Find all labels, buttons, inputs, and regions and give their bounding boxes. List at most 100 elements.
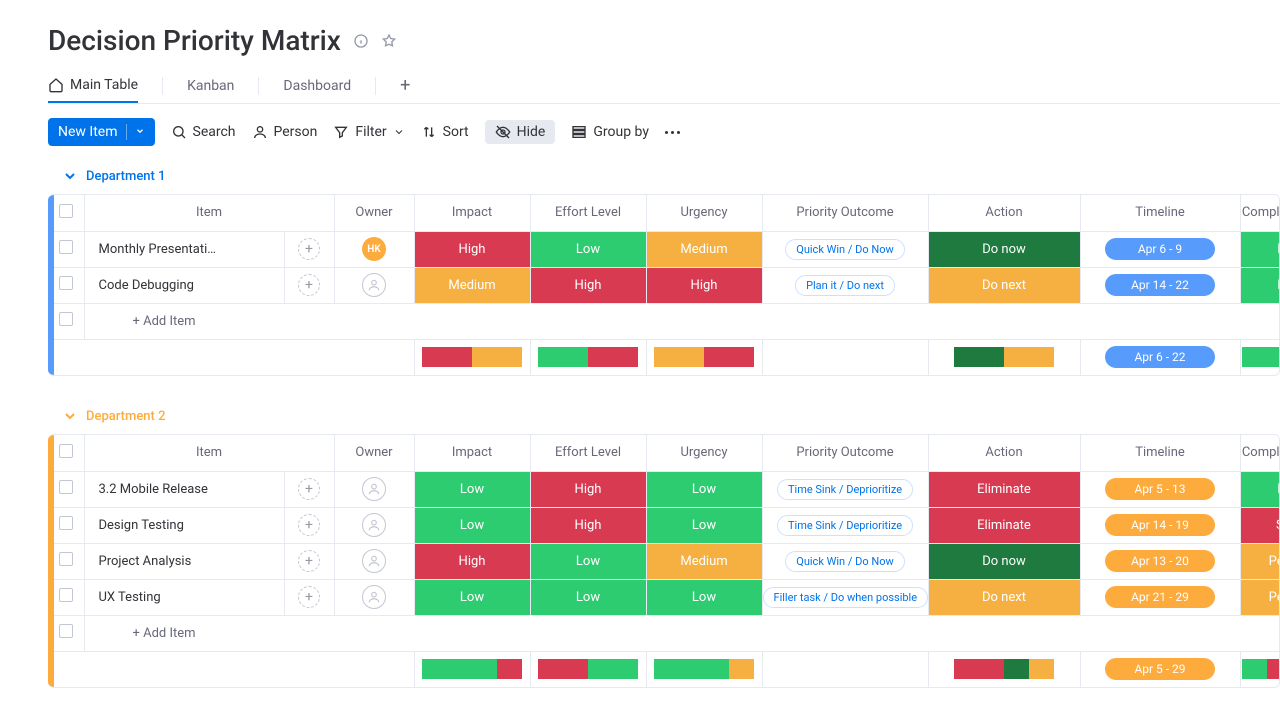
item-name[interactable]: Code Debugging [84, 267, 284, 303]
expand-button[interactable]: + [298, 478, 320, 500]
select-all-checkbox[interactable] [59, 444, 73, 458]
effort-cell[interactable]: High [530, 507, 646, 543]
owner-cell[interactable] [334, 471, 414, 507]
status-cell[interactable]: Done [1240, 231, 1280, 267]
more-button[interactable] [665, 131, 680, 134]
status-cell[interactable]: Done [1240, 471, 1280, 507]
new-item-button[interactable]: New Item [48, 118, 155, 146]
col-impact[interactable]: Impact [414, 195, 530, 231]
outcome-cell[interactable]: Time Sink / Deprioritize [762, 471, 928, 507]
effort-cell[interactable]: Low [530, 231, 646, 267]
col-urgency[interactable]: Urgency [646, 195, 762, 231]
row-checkbox[interactable] [59, 552, 73, 566]
item-name[interactable]: Project Analysis [84, 543, 284, 579]
effort-cell[interactable]: High [530, 471, 646, 507]
col-impact[interactable]: Impact [414, 435, 530, 471]
avatar-empty[interactable] [362, 549, 386, 573]
info-icon[interactable] [353, 33, 369, 49]
col-outcome[interactable]: Priority Outcome [762, 195, 928, 231]
group-header[interactable]: Department 2 [48, 404, 1280, 434]
impact-cell[interactable]: Medium [414, 267, 530, 303]
timeline-cell[interactable]: Apr 14 - 22 [1080, 267, 1240, 303]
col-status[interactable]: Completion stat… [1240, 195, 1280, 231]
col-timeline[interactable]: Timeline [1080, 435, 1240, 471]
expand-button[interactable]: + [298, 238, 320, 260]
effort-cell[interactable]: Low [530, 579, 646, 615]
col-owner[interactable]: Owner [334, 195, 414, 231]
avatar[interactable]: HK [362, 237, 386, 261]
outcome-cell[interactable]: Quick Win / Do Now [762, 231, 928, 267]
col-urgency[interactable]: Urgency [646, 435, 762, 471]
tab-dashboard[interactable]: Dashboard [283, 70, 351, 102]
impact-cell[interactable]: High [414, 543, 530, 579]
avatar-empty[interactable] [362, 513, 386, 537]
row-checkbox[interactable] [59, 240, 73, 254]
action-cell[interactable]: Do next [928, 579, 1080, 615]
col-action[interactable]: Action [928, 435, 1080, 471]
status-cell[interactable]: Pending [1240, 579, 1280, 615]
col-status[interactable]: Completion stat… [1240, 435, 1280, 471]
item-name[interactable]: Design Testing [84, 507, 284, 543]
filter-button[interactable]: Filter [333, 124, 404, 140]
effort-cell[interactable]: High [530, 267, 646, 303]
action-cell[interactable]: Eliminate [928, 471, 1080, 507]
search-button[interactable]: Search [171, 124, 236, 140]
impact-cell[interactable]: Low [414, 471, 530, 507]
timeline-cell[interactable]: Apr 13 - 20 [1080, 543, 1240, 579]
row-checkbox[interactable] [59, 516, 73, 530]
col-owner[interactable]: Owner [334, 435, 414, 471]
col-item[interactable]: Item [84, 195, 334, 231]
urgency-cell[interactable]: High [646, 267, 762, 303]
row-checkbox[interactable] [59, 624, 73, 638]
add-item-button[interactable]: + Add Item [84, 615, 1280, 651]
owner-cell[interactable] [334, 267, 414, 303]
group-header[interactable]: Department 1 [48, 164, 1280, 194]
sort-button[interactable]: Sort [421, 124, 469, 140]
row-checkbox[interactable] [59, 588, 73, 602]
col-timeline[interactable]: Timeline [1080, 195, 1240, 231]
timeline-cell[interactable]: Apr 14 - 19 [1080, 507, 1240, 543]
tab-main-table[interactable]: Main Table [48, 69, 138, 103]
impact-cell[interactable]: Low [414, 507, 530, 543]
select-all-checkbox[interactable] [59, 204, 73, 218]
tab-kanban[interactable]: Kanban [187, 70, 234, 102]
action-cell[interactable]: Do next [928, 267, 1080, 303]
status-cell[interactable]: Done [1240, 267, 1280, 303]
owner-cell[interactable]: HK [334, 231, 414, 267]
owner-cell[interactable] [334, 507, 414, 543]
outcome-cell[interactable]: Plan it / Do next [762, 267, 928, 303]
urgency-cell[interactable]: Low [646, 471, 762, 507]
expand-button[interactable]: + [298, 274, 320, 296]
urgency-cell[interactable]: Medium [646, 543, 762, 579]
col-effort[interactable]: Effort Level [530, 195, 646, 231]
timeline-cell[interactable]: Apr 5 - 13 [1080, 471, 1240, 507]
outcome-cell[interactable]: Quick Win / Do Now [762, 543, 928, 579]
impact-cell[interactable]: Low [414, 579, 530, 615]
chevron-down-icon[interactable] [126, 124, 145, 140]
action-cell[interactable]: Do now [928, 543, 1080, 579]
item-name[interactable]: 3.2 Mobile Release [84, 471, 284, 507]
col-effort[interactable]: Effort Level [530, 435, 646, 471]
urgency-cell[interactable]: Low [646, 507, 762, 543]
add-item-button[interactable]: + Add Item [84, 303, 1280, 339]
expand-button[interactable]: + [298, 586, 320, 608]
timeline-cell[interactable]: Apr 21 - 29 [1080, 579, 1240, 615]
col-outcome[interactable]: Priority Outcome [762, 435, 928, 471]
avatar-empty[interactable] [362, 585, 386, 609]
status-cell[interactable]: Stuck [1240, 507, 1280, 543]
col-action[interactable]: Action [928, 195, 1080, 231]
outcome-cell[interactable]: Filler task / Do when possible [762, 579, 928, 615]
row-checkbox[interactable] [59, 276, 73, 290]
expand-button[interactable]: + [298, 514, 320, 536]
outcome-cell[interactable]: Time Sink / Deprioritize [762, 507, 928, 543]
owner-cell[interactable] [334, 579, 414, 615]
impact-cell[interactable]: High [414, 231, 530, 267]
add-tab-button[interactable]: + [400, 77, 410, 95]
person-button[interactable]: Person [252, 124, 318, 140]
row-checkbox[interactable] [59, 312, 73, 326]
item-name[interactable]: UX Testing [84, 579, 284, 615]
avatar-empty[interactable] [362, 477, 386, 501]
row-checkbox[interactable] [59, 480, 73, 494]
hide-button[interactable]: Hide [485, 120, 556, 144]
action-cell[interactable]: Eliminate [928, 507, 1080, 543]
